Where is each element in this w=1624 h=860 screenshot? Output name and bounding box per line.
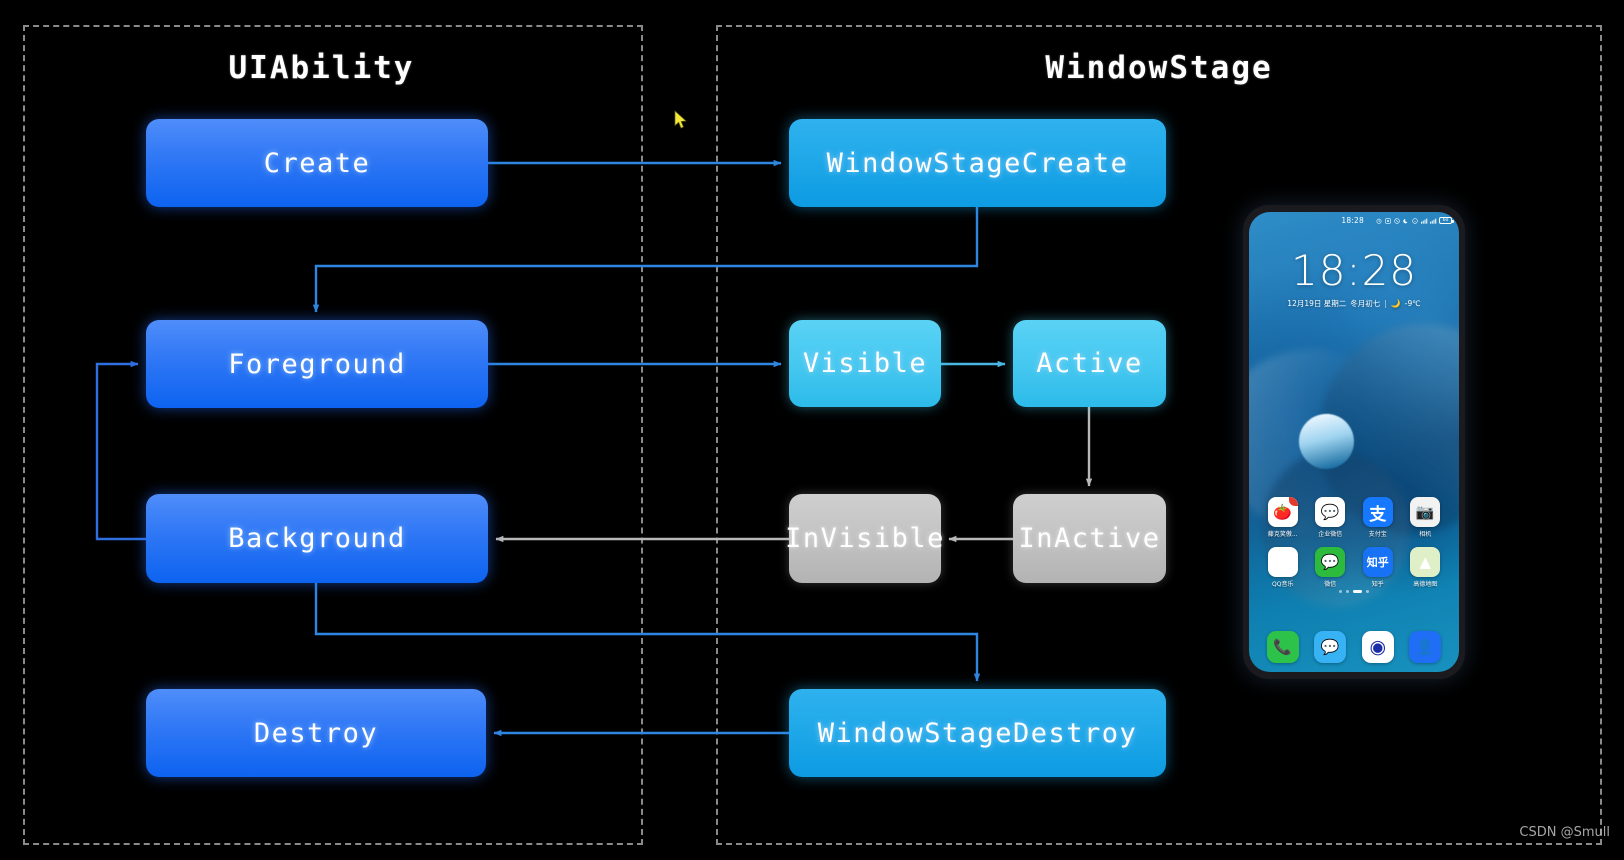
tomato-icon[interactable]: 🍅 [1267,497,1298,527]
phone-screen[interactable]: 18:28 60 18:28 12月19日 星期二 冬月初七 | 🌙 -9℃ 🍅… [1249,212,1459,672]
app-label: 微信 [1324,581,1337,588]
moon-icon [1403,218,1409,224]
alipay-icon[interactable]: 支 [1362,497,1393,527]
signal-icon-2 [1430,218,1437,224]
alarm-icon [1376,218,1382,224]
home-screen-dock: 📞 💬 ◉ 👤 [1249,631,1459,663]
mouse-cursor [674,110,687,129]
node-foreground[interactable]: Foreground [146,320,488,408]
node-create[interactable]: Create [146,119,488,207]
home-screen-page-dots[interactable] [1249,590,1459,593]
node-windowstagedestroy[interactable]: WindowStageDestroy [789,689,1166,777]
app-label: 相机 [1419,531,1432,538]
page-dot[interactable] [1339,590,1342,593]
browser-icon[interactable]: ◉ [1361,631,1394,663]
amap-icon[interactable]: ▲ [1410,547,1441,577]
app-tile[interactable]: 🍅 藤克笑傲... [1259,497,1307,538]
contacts-icon[interactable]: 👤 [1409,631,1442,663]
notification-badge [1288,497,1298,506]
phone-mockup: 18:28 60 18:28 12月19日 星期二 冬月初七 | 🌙 -9℃ 🍅… [1243,205,1465,679]
lockscreen-lunar: 冬月初七 [1350,299,1381,308]
phone-icon[interactable]: 📞 [1266,631,1299,663]
node-destroy[interactable]: Destroy [146,689,486,777]
node-invisible[interactable]: InVisible [785,494,943,583]
app-tile[interactable]: 💬 微信 [1307,547,1355,588]
lockscreen-clock: 18:28 [1290,246,1418,295]
app-tile[interactable]: 💬 企业微信 [1307,497,1355,538]
app-label: 藤克笑傲... [1267,531,1298,538]
app-label: 企业微信 [1318,531,1343,538]
wecom-icon[interactable]: 💬 [1315,497,1346,527]
node-background[interactable]: Background [146,494,488,583]
app-label: 知乎 [1371,581,1384,588]
group-title-uiability: UIAbility [228,50,415,86]
zhihu-icon[interactable]: 知乎 [1362,547,1393,577]
lockscreen-date: 12月19日 星期二 [1287,299,1347,308]
info-icon [1412,217,1418,224]
camera-icon[interactable]: 📷 [1410,497,1441,527]
signal-icon [1421,218,1428,224]
app-label: 支付宝 [1368,531,1387,538]
app-label: QQ音乐 [1272,581,1294,588]
diagram-canvas: UIAbility WindowStage Create Foreground … [0,0,1624,860]
screenshot-icon [1385,217,1391,224]
messages-icon[interactable]: 💬 [1314,631,1347,663]
battery-icon: 60 [1439,217,1454,224]
app-label: 高德地图 [1413,581,1438,588]
page-dot[interactable] [1353,590,1362,593]
app-tile[interactable]: ♪ QQ音乐 [1259,547,1307,588]
page-dot[interactable] [1346,590,1349,593]
node-active[interactable]: Active [1013,320,1166,407]
group-title-windowstage: WindowStage [1045,50,1273,86]
status-bar-time: 18:28 [1341,216,1364,225]
weather-moon-icon: 🌙 [1390,299,1401,308]
watermark: CSDN @Smull [1519,825,1610,840]
date-separator: | [1384,299,1387,308]
app-tile[interactable]: 知乎 知乎 [1354,547,1402,588]
mute-icon [1394,217,1400,224]
app-tile[interactable]: 📷 相机 [1402,497,1450,538]
app-tile[interactable]: 支支付宝 [1354,497,1402,538]
wechat-icon[interactable]: 💬 [1315,547,1346,577]
lockscreen-date-row: 12月19日 星期二 冬月初七 | 🌙 -9℃ [1249,298,1459,309]
phone-status-bar: 18:28 60 [1249,216,1459,225]
qqmusic-icon[interactable]: ♪ [1267,547,1298,577]
node-inactive[interactable]: InActive [1013,494,1166,583]
app-tile[interactable]: ▲ 高德地图 [1402,547,1450,588]
home-screen-app-grid: 🍅 藤克笑傲... 💬 企业微信支支付宝 📷 相机 ♪ QQ音乐 💬 微信 知乎 知乎 ▲ 高德地图 [1249,497,1459,588]
lockscreen-temperature: -9℃ [1404,299,1421,308]
node-windowstagecreate[interactable]: WindowStageCreate [789,119,1166,207]
node-visible[interactable]: Visible [789,320,941,407]
page-dot[interactable] [1366,590,1369,593]
